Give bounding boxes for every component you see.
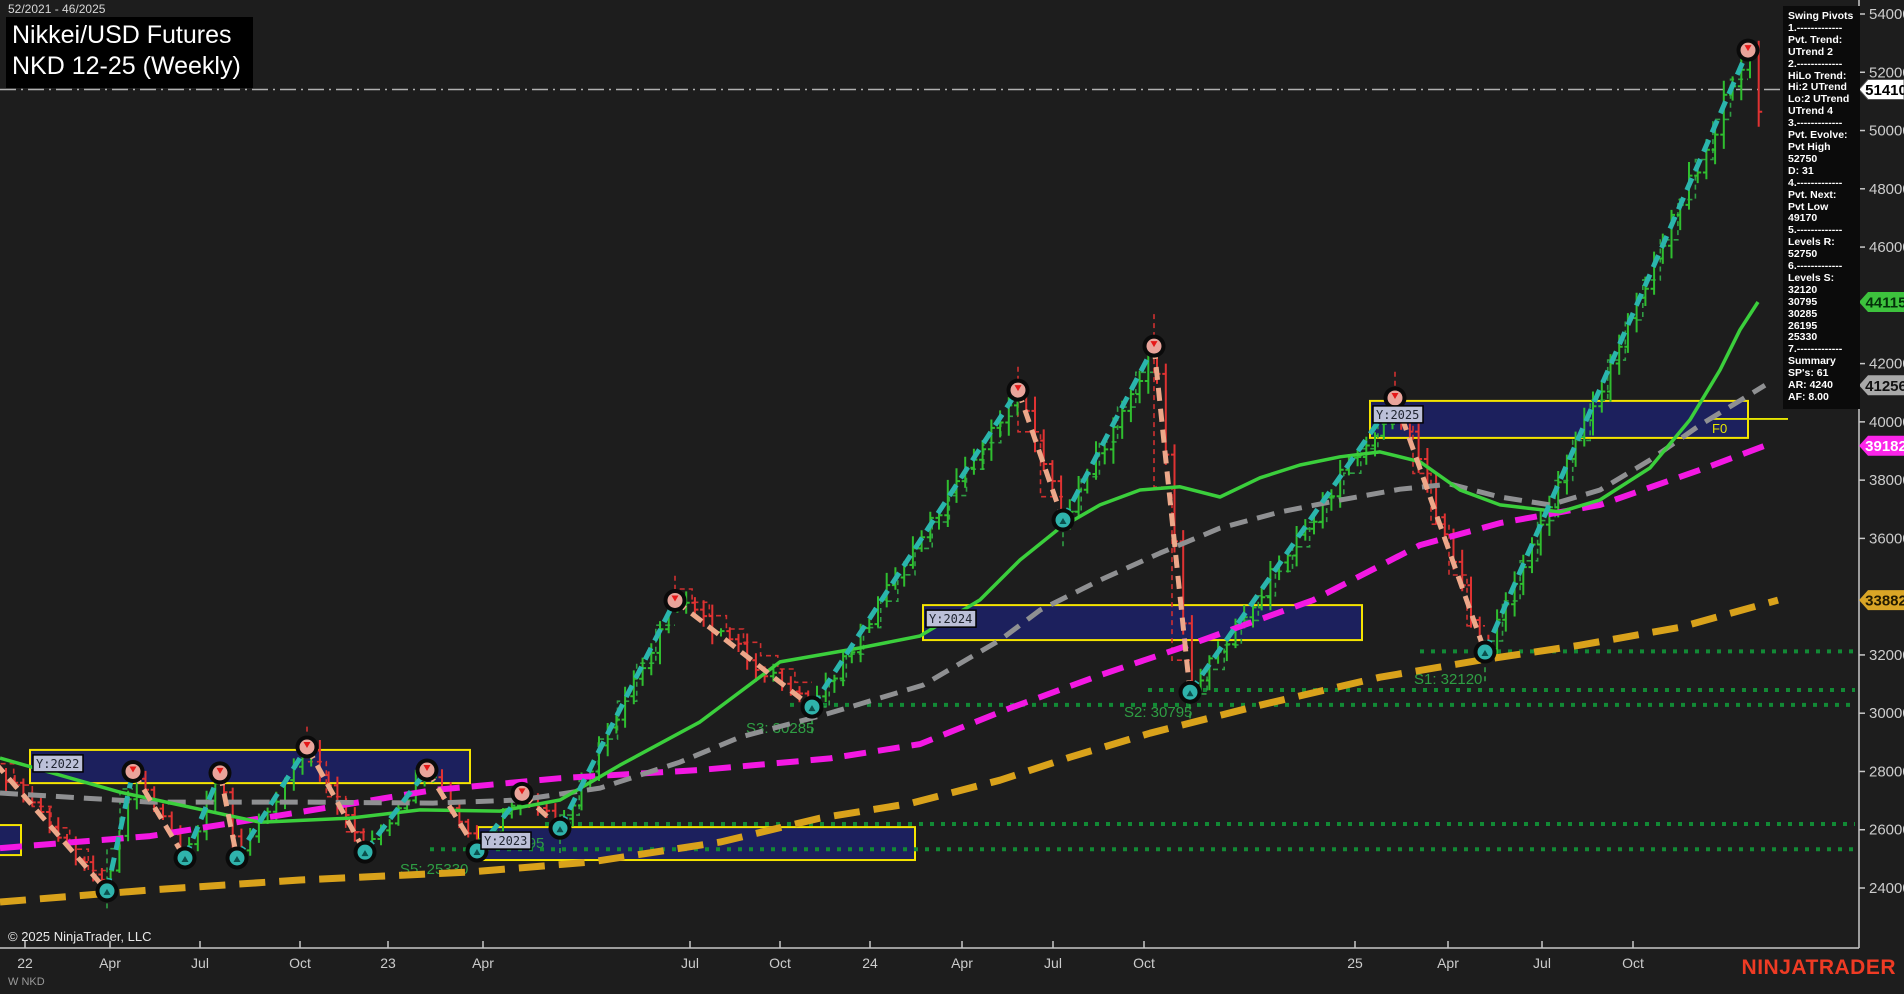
time-tick-label: Apr xyxy=(99,955,121,971)
panel-line: 52750 xyxy=(1788,152,1818,165)
price-tick-label: 38000 xyxy=(1869,472,1904,489)
time-tick-label: 23 xyxy=(380,955,396,971)
f0-level-label: F0 xyxy=(1712,421,1727,436)
chart-title-line2: NKD 12-25 (Weekly) xyxy=(12,51,241,80)
price-badge-value: 33882 xyxy=(1865,593,1904,610)
panel-line: Pvt. Trend: xyxy=(1788,33,1843,46)
support-level-label-s1: S1: 32120 xyxy=(1414,671,1482,688)
price-badge-value: 51410 xyxy=(1865,82,1904,99)
price-tick-label: 28000 xyxy=(1869,763,1904,780)
swing-line-up xyxy=(1187,396,1398,694)
time-tick-label: Jul xyxy=(681,955,699,971)
year-label-text: Y:2022 xyxy=(36,757,79,771)
price-tick-label: 24000 xyxy=(1869,880,1904,897)
price-tick-label: 32000 xyxy=(1869,647,1904,664)
trailing-stop-up-line xyxy=(559,624,675,853)
price-tick-label: 26000 xyxy=(1869,822,1904,839)
time-tick-label: Jul xyxy=(1533,955,1551,971)
time-tick-label: Oct xyxy=(1133,955,1155,971)
time-tick-label: Oct xyxy=(769,955,791,971)
swing-line-up xyxy=(557,599,678,830)
trailing-stop-down-line xyxy=(674,575,812,684)
trading-chart-window[interactable]: S1: 32120S2: 30795S3: 30285S4: 26195S5: … xyxy=(0,0,1904,994)
date-range-label: 52/2021 - 46/2025 xyxy=(8,2,106,16)
panel-line: UTrend 2 xyxy=(1788,45,1833,58)
price-chart-canvas[interactable]: S1: 32120S2: 30795S3: 30285S4: 26195S5: … xyxy=(0,0,1904,994)
time-tick-label: Jul xyxy=(1044,955,1062,971)
time-tick-label: 25 xyxy=(1347,955,1363,971)
trailing-stop-up-line xyxy=(1484,78,1748,682)
swing-line-up xyxy=(1482,49,1751,654)
time-tick-label: Jul xyxy=(191,955,209,971)
price-tick-label: 46000 xyxy=(1869,239,1904,256)
panel-line: 32120 xyxy=(1788,283,1818,296)
time-tick-label: Apr xyxy=(951,955,973,971)
yearly-range-box xyxy=(29,748,471,785)
panel-line: 30795 xyxy=(1788,295,1818,308)
ma-fast-green-line xyxy=(0,301,1760,824)
price-tick-label: 48000 xyxy=(1869,181,1904,198)
panel-line: 30285 xyxy=(1788,307,1818,320)
price-tick-label: 42000 xyxy=(1869,356,1904,373)
time-tick-label: 22 xyxy=(17,955,33,971)
price-tick-label: 50000 xyxy=(1869,123,1904,140)
time-tick-label: Apr xyxy=(472,955,494,971)
price-badge-value: 41256 xyxy=(1865,378,1904,395)
year-label-text: Y:2025 xyxy=(1376,408,1419,422)
panel-line: AF: 8.00 xyxy=(1788,391,1829,403)
price-tick-label: 40000 xyxy=(1869,414,1904,431)
yearly-range-box xyxy=(922,604,1363,642)
panel-line: Pvt. Next: xyxy=(1788,188,1837,201)
swing-line-down xyxy=(1015,389,1066,521)
chart-title-line1: Nikkei/USD Futures xyxy=(12,21,232,49)
time-tick-label: Apr xyxy=(1437,955,1459,971)
copyright-label: © 2025 NinjaTrader, LLC xyxy=(8,929,152,944)
instrument-tag: W NKD xyxy=(8,976,45,988)
panel-line: 4.------------- xyxy=(1788,176,1843,189)
swing-line-down xyxy=(130,770,188,860)
time-tick-label: Oct xyxy=(289,955,311,971)
price-tick-label: 54000 xyxy=(1869,6,1904,23)
swing-pivots-panel: Swing Pivots 1.------------- Pvt. Trend: UT… xyxy=(1783,6,1860,409)
year-label-text: Y:2024 xyxy=(929,612,972,626)
year-label-text: Y:2023 xyxy=(484,834,527,848)
panel-line: D: 31 xyxy=(1788,164,1814,177)
time-tick-label: 24 xyxy=(862,955,878,971)
price-tick-label: 36000 xyxy=(1869,530,1904,547)
price-tick-label: 52000 xyxy=(1869,64,1904,81)
price-badge-value: 44115 xyxy=(1866,294,1904,311)
price-badge-value: 39182 xyxy=(1865,438,1904,455)
price-tick-label: 30000 xyxy=(1869,705,1904,722)
chart-title: Nikkei/USD Futures NKD 12-25 (Weekly) xyxy=(6,17,253,88)
panel-line: 2.------------- xyxy=(1788,57,1843,70)
ninjatrader-logo: NINJATRADER xyxy=(1741,956,1896,979)
time-tick-label: Oct xyxy=(1622,955,1644,971)
